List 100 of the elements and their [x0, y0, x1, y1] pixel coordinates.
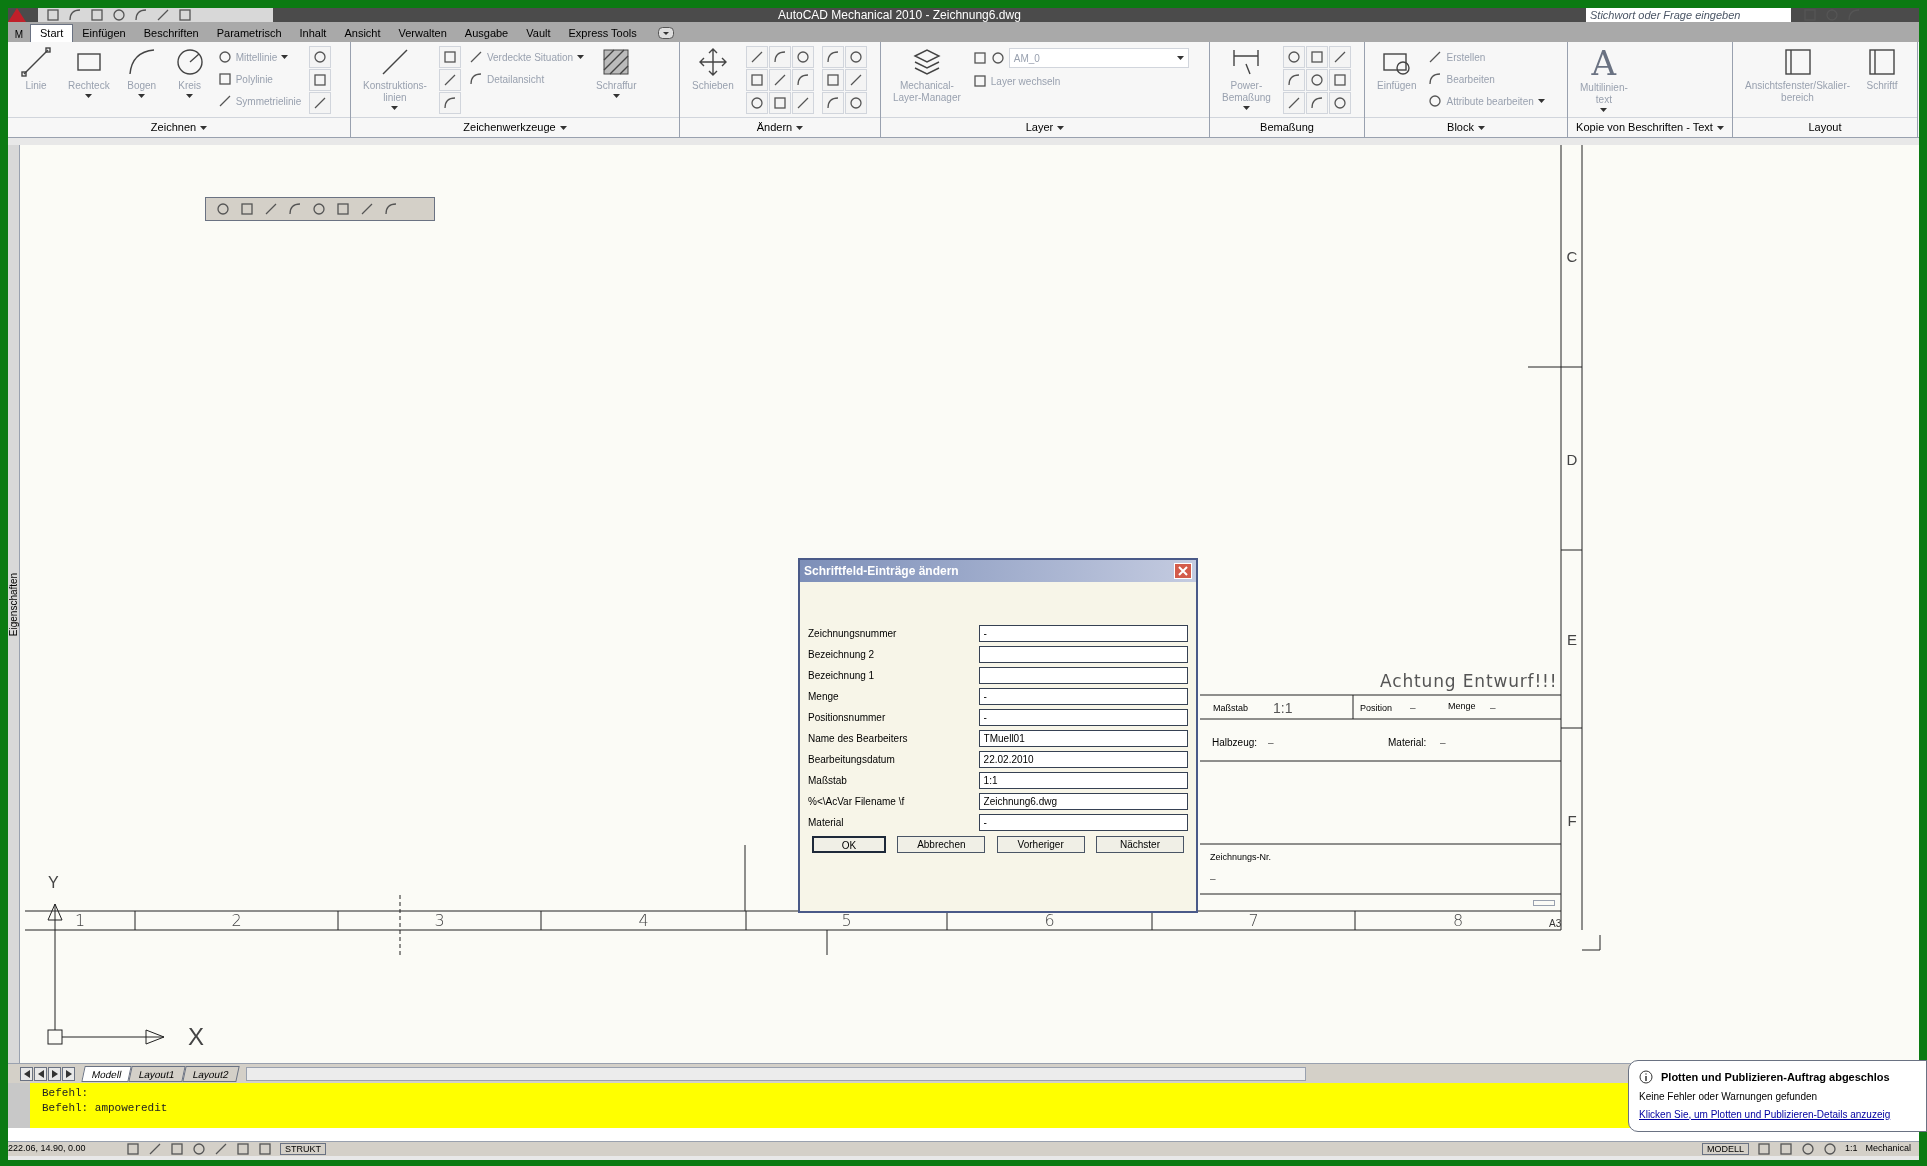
toolbar-button[interactable]: [90, 8, 104, 22]
tool-button[interactable]: [821, 46, 844, 68]
tool-button[interactable]: [844, 46, 867, 68]
toolbar-button[interactable]: [334, 200, 352, 218]
line-icon: [468, 50, 483, 64]
status-toggle[interactable]: [148, 1142, 162, 1156]
tool-button[interactable]: [1305, 69, 1328, 91]
notification-link[interactable]: Klicken Sie, um Plotten und Publizieren-Details anzuzeig: [1639, 1106, 1916, 1122]
input-field[interactable]: Zeichnung6.dwg: [978, 793, 1188, 810]
tool-button[interactable]: [791, 46, 814, 68]
panel-title[interactable]: Block: [1365, 117, 1567, 137]
panel-title[interactable]: Layout: [1733, 117, 1917, 137]
toolbar-button[interactable]: [68, 8, 82, 22]
status-toggle[interactable]: MODELL: [1701, 1143, 1749, 1155]
toolbar-button[interactable]: [238, 200, 256, 218]
ribbon-button[interactable]: A Multilinien- text: [1576, 46, 1632, 112]
toolbar-button[interactable]: [214, 200, 232, 218]
tool-button[interactable]: [745, 92, 768, 114]
scale-button[interactable]: 1:1: [1844, 1142, 1858, 1156]
tool-button[interactable]: [791, 69, 814, 91]
ribbon-tab[interactable]: Ansicht: [335, 24, 390, 42]
tab-nav-button[interactable]: [20, 1066, 33, 1081]
toolbar-button[interactable]: [178, 8, 192, 22]
title-block-label: Halbzeug:: [1212, 736, 1258, 750]
layout-tab[interactable]: Layout2: [182, 1065, 240, 1082]
ribbon-tab[interactable]: Vault: [517, 24, 560, 42]
tool-button[interactable]: [768, 46, 791, 68]
input-field[interactable]: TMuell01: [978, 730, 1188, 747]
tool-button[interactable]: [1305, 46, 1328, 68]
square-icon: [772, 96, 787, 110]
ribbon-tab[interactable]: Ausgabe: [455, 24, 518, 42]
panel-title[interactable]: Kopie von Beschriften - Text: [1568, 117, 1732, 137]
input-field[interactable]: 1:1: [978, 772, 1188, 789]
dialog-button[interactable]: Vorheriger: [996, 836, 1085, 853]
tab-nav-button[interactable]: [62, 1066, 75, 1081]
tool-button[interactable]: [1328, 92, 1351, 114]
title-block-label: Maßstab: [1213, 702, 1248, 715]
command-input[interactable]: [8, 1128, 1919, 1142]
toolbar-button[interactable]: [112, 8, 126, 22]
tool-button[interactable]: [1282, 69, 1305, 91]
search-field[interactable]: Stichwort oder Frage eingeben: [1586, 8, 1791, 22]
ribbon-tab[interactable]: Einfügen: [73, 24, 135, 42]
ribbon-tab[interactable]: Inhalt: [290, 24, 336, 42]
input-field[interactable]: 22.02.2010: [978, 751, 1188, 768]
dropdown-icon[interactable]: [657, 27, 674, 39]
dialog-button[interactable]: Nächster: [1096, 836, 1184, 853]
panel-title[interactable]: Zeichenwerkzeuge: [351, 117, 679, 137]
scrollbar[interactable]: [245, 1066, 1306, 1081]
ribbon-tab[interactable]: Express Tools: [559, 24, 646, 42]
toolbar-button[interactable]: [156, 8, 170, 22]
tool-button[interactable]: [821, 69, 844, 91]
layout-tab[interactable]: Modell: [81, 1065, 133, 1082]
tool-button[interactable]: [1305, 92, 1328, 114]
close-button[interactable]: [1174, 563, 1192, 579]
tool-button[interactable]: [745, 69, 768, 91]
tool-button[interactable]: [309, 46, 332, 68]
status-toggle[interactable]: STRUKT: [280, 1143, 326, 1155]
ribbon-tab[interactable]: Parametrisch: [207, 24, 291, 42]
tool-button[interactable]: [768, 92, 791, 114]
ribbon-tab[interactable]: Verwalten: [389, 24, 456, 42]
tool-button[interactable]: [1328, 69, 1351, 91]
input-field[interactable]: -: [978, 625, 1188, 642]
input-field[interactable]: -: [978, 688, 1188, 705]
panel-title[interactable]: Layer: [881, 117, 1209, 137]
app-menu-letter[interactable]: M: [8, 27, 30, 42]
side-panel[interactable]: Eigenschaften: [8, 145, 20, 1063]
command-line-grip[interactable]: [8, 1083, 30, 1128]
title-block-label: Material:: [1388, 736, 1427, 750]
tool-button[interactable]: [1282, 46, 1305, 68]
panel-title[interactable]: Bemaßung: [1210, 117, 1364, 137]
tool-button[interactable]: [438, 46, 461, 68]
status-toggle[interactable]: [192, 1142, 206, 1156]
input-field[interactable]: -: [978, 709, 1188, 726]
toolbar-button[interactable]: [46, 8, 60, 22]
ribbon-tab[interactable]: Beschriften: [134, 24, 208, 42]
toolbar-button[interactable]: [134, 8, 148, 22]
input-field[interactable]: [978, 646, 1188, 663]
tool-button[interactable]: [844, 92, 867, 114]
input-field[interactable]: -: [978, 814, 1188, 831]
dialog-button[interactable]: Abbrechen: [897, 836, 986, 853]
arc-icon: [1309, 96, 1324, 110]
layout-tab[interactable]: Layout1: [128, 1065, 186, 1082]
ribbon-tab[interactable]: Start: [30, 24, 74, 42]
status-toggle[interactable]: [126, 1142, 140, 1156]
status-toggle[interactable]: [236, 1142, 250, 1156]
tool-button[interactable]: [821, 92, 844, 114]
panel-title[interactable]: Zeichnen: [8, 117, 350, 137]
tab-nav-button[interactable]: [34, 1066, 47, 1081]
status-toggle[interactable]: [214, 1142, 228, 1156]
tool-button[interactable]: [309, 69, 332, 91]
input-field[interactable]: [978, 667, 1188, 684]
tab-nav-button[interactable]: [48, 1066, 61, 1081]
tool-button[interactable]: [438, 92, 461, 114]
toolbar-button[interactable]: [310, 200, 328, 218]
panel-title[interactable]: Ändern: [680, 117, 880, 137]
dialog-button[interactable]: OK: [812, 836, 886, 853]
workspace-button[interactable]: Mechanical: [1865, 1142, 1911, 1156]
status-toggle[interactable]: [258, 1142, 272, 1156]
caret-icon: [1477, 125, 1485, 130]
status-toggle[interactable]: [170, 1142, 184, 1156]
